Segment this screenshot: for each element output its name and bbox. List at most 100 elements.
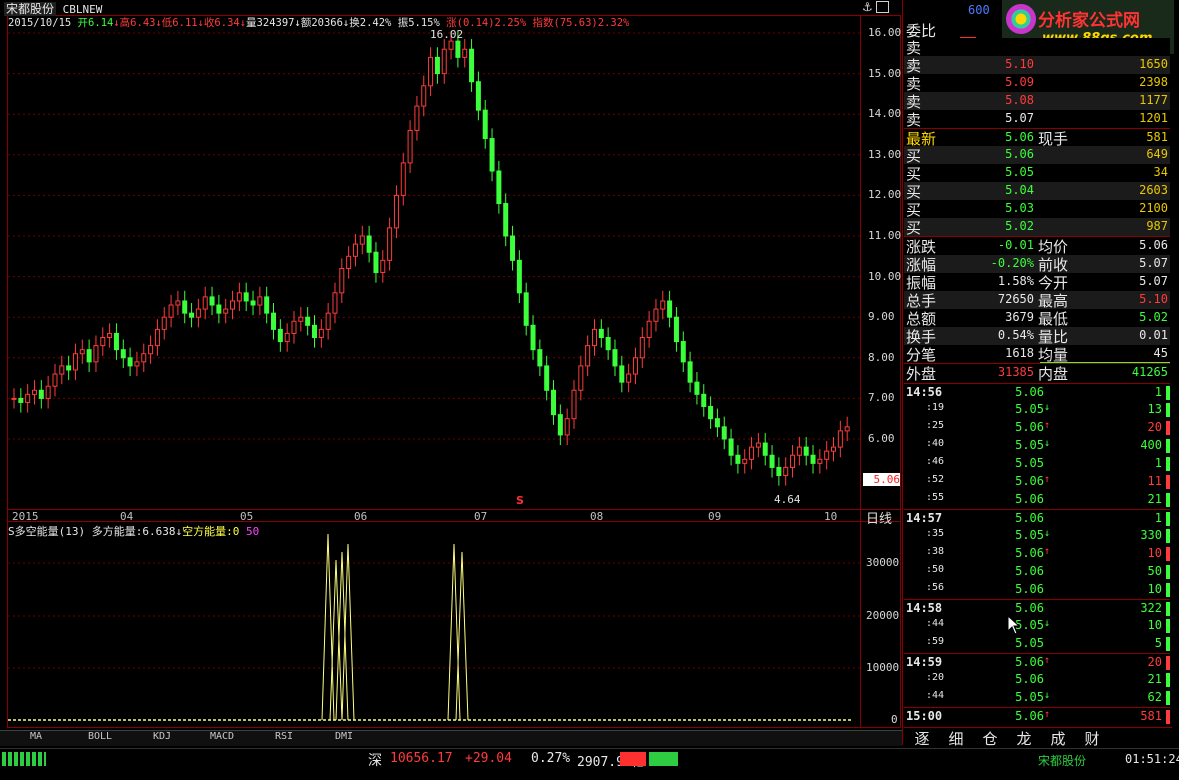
stat-value: -0.01	[997, 238, 1034, 252]
tick-row: :50 5.06 50	[904, 563, 1170, 581]
tick-volume: 400	[1140, 438, 1162, 452]
tick-row: :44 5.05 ↓ 62	[904, 689, 1170, 707]
indicator-tick-label: 0	[891, 713, 898, 726]
sell-price: 5.10	[1005, 57, 1034, 71]
candle-body	[585, 345, 591, 367]
stat-value-2: 5.10	[1139, 292, 1168, 306]
anchor-icon[interactable]: ⚓	[862, 0, 873, 14]
sell-price: 5.08	[1005, 93, 1034, 107]
candle-body	[209, 296, 215, 306]
sell-volume: 1177	[1139, 93, 1168, 107]
candle-body	[796, 446, 802, 456]
side-tab[interactable]: 仓	[976, 728, 1004, 748]
tick-arrow: ↓	[1044, 618, 1051, 629]
candle-body	[434, 56, 440, 75]
period-label[interactable]: 日线	[866, 508, 892, 527]
sell-row: 卖 5.10 1650	[904, 56, 1170, 75]
tab-macd[interactable]: MACD	[200, 731, 244, 745]
tab-ma[interactable]: MA	[14, 731, 58, 745]
sell-row: 卖 5.08 1177	[904, 92, 1170, 111]
candle-body	[708, 406, 714, 420]
stat-row: 涨幅 -0.20% 前收 5.07	[904, 255, 1170, 274]
tick-price: 5.06	[1015, 420, 1044, 434]
candle-body	[475, 81, 481, 111]
tick-time: 14:56	[906, 385, 943, 399]
status-market: 深	[368, 753, 382, 769]
candle-body	[598, 328, 604, 339]
side-tab[interactable]: 财	[1078, 728, 1106, 748]
tick-row: 14:58 5.06 322	[904, 599, 1170, 618]
candle-body	[250, 300, 256, 306]
candle-body	[148, 345, 154, 355]
candle-body	[783, 466, 789, 477]
stat-value-2: 5.07	[1139, 274, 1168, 288]
tick-price: 5.06	[1015, 564, 1044, 578]
indicator-title[interactable]: S多空能量(13)	[8, 525, 85, 538]
candle-body	[537, 349, 543, 367]
month-tick-label: 05	[240, 510, 254, 523]
price-tick-label: 14.00	[868, 107, 902, 121]
status-stock[interactable]: 宋都股份	[1038, 752, 1086, 769]
tick-time: :19	[926, 402, 945, 413]
tick-time: :44	[926, 690, 945, 701]
tick-time: 15:00	[906, 709, 943, 723]
candle-body	[113, 332, 119, 351]
side-tab[interactable]: 成	[1044, 728, 1072, 748]
candle-body	[373, 251, 379, 274]
candle-body	[223, 308, 229, 314]
stat-row: 总额 3679 最低 5.02	[904, 309, 1170, 328]
tick-price: 5.05	[1015, 402, 1044, 416]
buy-price: 5.03	[1005, 201, 1034, 215]
tab-kdj[interactable]: KDJ	[140, 731, 184, 745]
current-price-value: 5.06	[873, 473, 901, 486]
tick-volume: 1	[1154, 385, 1162, 399]
side-tab[interactable]: 逐	[908, 728, 936, 748]
price-tick-label: 11.00	[868, 229, 902, 242]
candle-body	[428, 56, 434, 87]
current-price-tag: 5.06	[863, 473, 900, 486]
tab-boll[interactable]: BOLL	[78, 731, 122, 745]
tick-price: 5.06	[1015, 492, 1044, 506]
candle-body	[680, 341, 686, 363]
candle-body	[673, 316, 679, 343]
candle-body	[243, 292, 249, 302]
window-restore-icon[interactable]	[876, 1, 889, 13]
candle-body	[127, 357, 133, 367]
tick-row: :52 5.06 ↑ 11	[904, 473, 1170, 491]
candle-body	[25, 393, 31, 403]
tick-arrow: ↓	[1044, 438, 1051, 449]
tab-rsi[interactable]: RSI	[262, 731, 306, 745]
buy-price: 5.04	[1005, 183, 1034, 197]
tick-volume: 21	[1147, 672, 1162, 686]
candle-body	[352, 243, 358, 257]
indicator-tab-bar	[0, 730, 902, 746]
candle-body	[414, 105, 420, 131]
candle-body	[154, 328, 160, 347]
side-tab[interactable]: 细	[942, 728, 970, 748]
buy-row: 买 5.03 2100	[904, 200, 1170, 219]
price-tick-label: 9.00	[868, 310, 895, 324]
tick-price: 5.06	[1015, 546, 1044, 560]
buy-label: 买	[906, 219, 922, 237]
candle-body	[667, 300, 673, 318]
side-tab[interactable]: 龙	[1010, 728, 1038, 748]
tab-dmi[interactable]: DMI	[322, 731, 366, 745]
sell-volume: 1650	[1139, 57, 1168, 71]
stat-value: 72650	[997, 292, 1034, 306]
sell-price: 5.09	[1005, 75, 1034, 89]
candle-body	[776, 466, 782, 477]
buy-price: 5.05	[1005, 165, 1034, 179]
mouse-cursor	[1007, 615, 1021, 635]
tick-time: :44	[926, 618, 945, 629]
stat-row: 涨跌 -0.01 均价 5.06	[904, 237, 1170, 256]
stock-name[interactable]: 宋都股份	[4, 2, 57, 16]
month-tick-label: 10	[824, 510, 838, 523]
candle-body	[728, 438, 734, 456]
tick-volume: 62	[1147, 690, 1162, 704]
candle-body	[277, 328, 283, 343]
buy-volume: 34	[1153, 165, 1168, 179]
tick-bar	[1166, 565, 1170, 579]
stat-value-2: 5.06	[1139, 238, 1168, 252]
sell-row: 卖 5.09 2398	[904, 74, 1170, 93]
status-clock: 01:51:24	[1125, 752, 1179, 766]
